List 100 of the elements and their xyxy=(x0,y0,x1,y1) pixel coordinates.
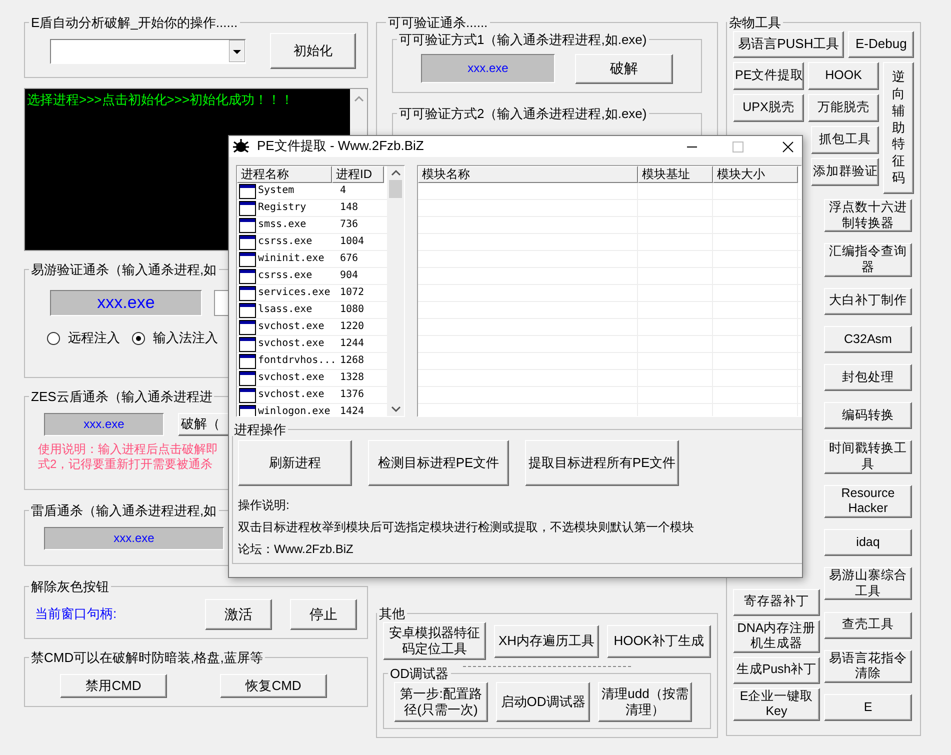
tool-button[interactable]: 抓包工具 xyxy=(811,126,879,154)
process-dropdown[interactable] xyxy=(50,38,246,64)
process-name[interactable]: wininit.exe xyxy=(258,251,332,267)
radio-button[interactable] xyxy=(132,332,145,345)
group-title: OD调试器 xyxy=(389,667,450,680)
tool-button[interactable]: C32Asm xyxy=(824,326,912,353)
process-id: 736 xyxy=(339,218,358,232)
group-title: E盾自动分析破解_开始你的操作...... xyxy=(30,16,239,29)
process-name[interactable]: svchost.exe xyxy=(258,387,332,403)
dropdown-caret-icon[interactable] xyxy=(229,40,245,62)
process-name[interactable]: svchost.exe xyxy=(258,319,332,335)
action-button[interactable]: 停止 xyxy=(290,599,357,630)
tool-button[interactable]: 时间戳转换工具 xyxy=(824,440,912,474)
process-id: 1220 xyxy=(339,320,364,334)
group-title: 杂物工具 xyxy=(728,16,782,29)
window-icon xyxy=(239,184,256,199)
od-button[interactable]: 启动OD调试器 xyxy=(496,682,590,722)
column-header[interactable]: 进程ID xyxy=(332,166,384,183)
tool-button[interactable]: Resource Hacker xyxy=(824,484,912,518)
process-id: 1268 xyxy=(339,354,364,368)
tool-button[interactable]: 易语言花指令清除 xyxy=(824,650,912,683)
column-header[interactable]: 模块大小 xyxy=(713,166,798,183)
process-name[interactable]: smss.exe xyxy=(258,217,332,233)
process-name[interactable]: winlogon.exe xyxy=(258,404,332,416)
od-button[interactable]: 第一步:配置路径(只需一次) xyxy=(394,682,488,722)
group-title: ZES云盾通杀（输入通杀进程进 xyxy=(30,390,214,403)
window-title: PE文件提取 - Www.2Fzb.BiZ xyxy=(257,138,424,155)
radio-label: 输入法注入 xyxy=(153,330,218,346)
tool-button[interactable]: 易游山寨综合工具 xyxy=(824,567,912,600)
tool-button[interactable]: 查壳工具 xyxy=(824,612,912,638)
tool-button[interactable]: 浮点数十六进制转换器 xyxy=(824,199,912,232)
column-header[interactable]: 模块基址 xyxy=(638,166,713,183)
tool-button[interactable]: 汇编指令查询器 xyxy=(824,243,912,277)
window-icon xyxy=(239,354,256,369)
tool-button[interactable]: 大白补丁制作 xyxy=(824,288,912,315)
window-handle-label: 当前窗口句柄: xyxy=(35,606,118,623)
process-action-button[interactable]: 刷新进程 xyxy=(238,440,352,486)
process-field[interactable]: xxx.exe xyxy=(50,290,202,316)
instruction-text: 式2，记得要重新打开需要被通杀 xyxy=(38,457,213,472)
tool-button[interactable]: 生成Push补丁 xyxy=(733,656,820,684)
process-action-button[interactable]: 提取目标进程所有PE文件 xyxy=(525,440,679,486)
column-header[interactable]: 模块名称 xyxy=(418,166,638,183)
tool-button[interactable]: 添加群验证 xyxy=(811,158,879,186)
tool-button[interactable]: 寄存器补丁 xyxy=(733,588,820,616)
tool-button[interactable]: 编码转换 xyxy=(824,402,912,430)
process-name[interactable]: services.exe xyxy=(258,285,332,301)
window-icon xyxy=(239,201,256,216)
tool-button[interactable]: 封包处理 xyxy=(824,364,912,391)
cmd-button[interactable]: 恢复CMD xyxy=(220,674,327,698)
init-button[interactable]: 初始化 xyxy=(270,33,356,69)
process-field[interactable]: xxx.exe xyxy=(421,54,555,83)
process-name[interactable]: csrss.exe xyxy=(258,268,332,284)
process-id: 1244 xyxy=(339,337,364,351)
process-action-button[interactable]: 检测目标进程PE文件 xyxy=(368,440,509,486)
group-title: 其他 xyxy=(378,607,406,620)
forum-link[interactable]: 论坛：Www.2Fzb.BiZ xyxy=(238,542,798,557)
tool-button[interactable]: idaq xyxy=(824,529,912,556)
process-name[interactable]: csrss.exe xyxy=(258,234,332,250)
tool-button[interactable]: DNA内存注册机生成器 xyxy=(733,620,820,653)
scroll-thumb[interactable] xyxy=(389,180,402,198)
process-name[interactable]: svchost.exe xyxy=(258,370,332,386)
process-name[interactable]: Registry xyxy=(258,200,332,216)
group-title: 可可验证方式2（输入通杀进程进程,如.exe) xyxy=(398,107,648,120)
process-name[interactable]: lsass.exe xyxy=(258,302,332,318)
tool-button[interactable]: 万能脱壳 xyxy=(808,94,879,122)
process-id: 148 xyxy=(339,201,358,215)
tool-button[interactable]: HOOK补丁生成 xyxy=(606,624,711,658)
process-name[interactable]: fontdrvhos... xyxy=(258,353,332,369)
tool-button[interactable]: E企业一键取Key xyxy=(733,688,820,721)
tool-button[interactable]: E-Debug xyxy=(848,31,914,58)
tool-button[interactable]: 安卓模拟器特征码定位工具 xyxy=(383,622,486,660)
process-field[interactable]: xxx.exe xyxy=(44,413,164,436)
tool-button[interactable]: 逆向辅助特征码 xyxy=(883,62,914,194)
tool-button[interactable]: E xyxy=(824,694,912,721)
window-icon xyxy=(239,337,256,352)
close-icon[interactable] xyxy=(782,140,794,152)
process-id: 1424 xyxy=(339,405,364,416)
window-icon xyxy=(239,269,256,284)
tool-button[interactable]: 易语言PUSH工具 xyxy=(733,31,844,58)
tool-button[interactable]: PE文件提取 xyxy=(733,62,804,90)
cmd-button[interactable]: 禁用CMD xyxy=(60,674,167,698)
column-header[interactable]: 进程名称 xyxy=(237,166,332,183)
tool-button[interactable]: HOOK xyxy=(808,62,879,90)
process-id: 1004 xyxy=(339,235,364,249)
group-title: 可可验证通杀...... xyxy=(387,16,489,29)
action-button[interactable]: 激活 xyxy=(205,599,272,630)
crack-button[interactable]: 破解 xyxy=(575,54,673,84)
process-id: 1080 xyxy=(339,303,364,317)
process-field[interactable]: xxx.exe xyxy=(44,527,224,550)
process-name[interactable]: svchost.exe xyxy=(258,336,332,352)
window-icon xyxy=(239,388,256,403)
tool-button[interactable]: UPX脱壳 xyxy=(733,94,804,122)
group-title: 可可验证方式1（输入通杀进程进程,如.exe) xyxy=(398,33,648,46)
group-title: 雷盾通杀（输入通杀进程进程,如 xyxy=(30,504,218,517)
radio-button[interactable] xyxy=(47,332,60,345)
bug-icon xyxy=(233,138,249,154)
tool-button[interactable]: XH内存遍历工具 xyxy=(494,624,599,658)
window-icon xyxy=(239,252,256,267)
process-name[interactable]: System xyxy=(258,183,332,199)
od-button[interactable]: 清理udd（按需清理） xyxy=(598,682,692,722)
